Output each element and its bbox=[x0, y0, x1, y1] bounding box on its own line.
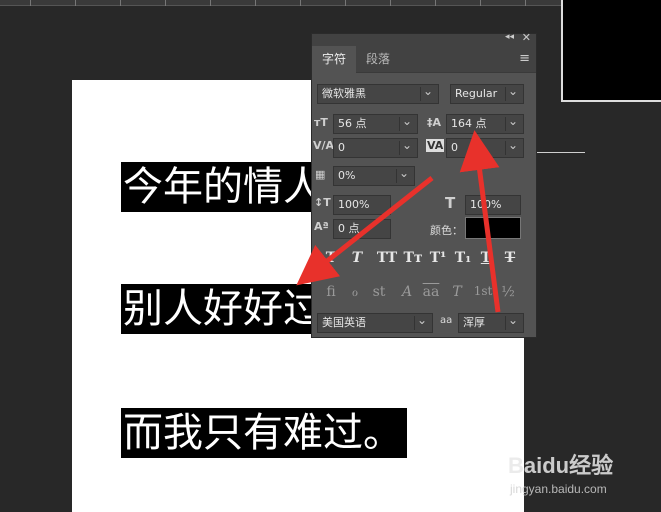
underline-button[interactable]: T bbox=[475, 250, 497, 266]
horizontal-scale-input[interactable]: 100% bbox=[465, 195, 521, 215]
panel-tabs: 字符 段落 ≡ bbox=[312, 46, 536, 73]
swash-button[interactable]: st bbox=[368, 284, 390, 300]
tsume-select[interactable]: 0% bbox=[333, 166, 415, 186]
font-family-select[interactable]: 微软雅黑 bbox=[317, 84, 439, 104]
kerning-value: 0 bbox=[338, 141, 345, 154]
collapse-icon[interactable]: ◂◂ bbox=[505, 32, 514, 42]
antialias-label: aa bbox=[440, 315, 453, 326]
language-value: 美国英语 bbox=[322, 316, 366, 329]
tab-character[interactable]: 字符 bbox=[312, 46, 357, 73]
vertical-scale-icon: ↕T bbox=[314, 196, 331, 209]
ruler-tick bbox=[120, 0, 121, 6]
text-layer-line-1[interactable]: 今年的情人 bbox=[121, 162, 327, 212]
strikethrough-button[interactable]: T bbox=[499, 250, 521, 266]
antialias-value: 浑厚 bbox=[463, 316, 485, 329]
small-caps-button[interactable]: Tт bbox=[400, 250, 426, 266]
tracking-icon: VA bbox=[426, 139, 445, 152]
panel-menu-icon[interactable]: ≡ bbox=[519, 51, 530, 66]
ligature-button[interactable]: fi bbox=[320, 284, 342, 300]
ruler-tick bbox=[210, 0, 211, 6]
font-style-select[interactable]: Regular bbox=[450, 84, 524, 104]
ruler-tick bbox=[165, 0, 166, 6]
vertical-scale-input[interactable]: 100% bbox=[333, 195, 391, 215]
horizontal-scale-icon: T bbox=[445, 194, 456, 212]
text-layer-line-3[interactable]: 而我只有难过。 bbox=[121, 408, 407, 458]
language-select[interactable]: 美国英语 bbox=[317, 313, 433, 333]
tracking-value: 0 bbox=[451, 141, 458, 154]
font-family-value: 微软雅黑 bbox=[322, 87, 366, 100]
subscript-button[interactable]: T₁ bbox=[452, 250, 474, 266]
other-document-preview[interactable] bbox=[561, 0, 661, 102]
watermark-url: jingyan.baidu.com bbox=[510, 482, 607, 496]
font-size-value: 56 点 bbox=[338, 117, 367, 130]
antialias-select[interactable]: 浑厚 bbox=[458, 313, 524, 333]
close-icon[interactable]: ✕ bbox=[522, 31, 531, 44]
panel-titlebar[interactable]: ◂◂ ✕ bbox=[312, 31, 536, 46]
tracking-input[interactable]: 0 bbox=[446, 138, 524, 158]
font-size-input[interactable]: 56 点 bbox=[333, 114, 418, 134]
guide-line bbox=[535, 152, 585, 153]
ruler-tick bbox=[525, 0, 526, 6]
tsume-icon: ▦ bbox=[315, 168, 326, 181]
ruler-tick bbox=[390, 0, 391, 6]
leading-icon: ‡A bbox=[427, 116, 442, 129]
superscript-button[interactable]: T¹ bbox=[427, 250, 449, 266]
baseline-shift-icon: Aª bbox=[314, 220, 329, 233]
kerning-icon: V/A bbox=[313, 139, 335, 152]
titling-button[interactable]: aa bbox=[420, 284, 442, 300]
stylistic-button[interactable]: A bbox=[396, 284, 418, 300]
leading-value: 164 点 bbox=[451, 117, 487, 130]
baidu-watermark: Baidu经验 bbox=[508, 453, 614, 478]
ruler-tick bbox=[435, 0, 436, 6]
kerning-select[interactable]: 0 bbox=[333, 138, 418, 158]
font-size-icon: ᴛT bbox=[314, 116, 328, 129]
color-label: 颜色： bbox=[430, 224, 463, 237]
tsume-value: 0% bbox=[338, 169, 356, 182]
ruler-tick bbox=[480, 0, 481, 6]
faux-bold-button[interactable]: T bbox=[320, 250, 342, 266]
ordinal-button[interactable]: T bbox=[446, 284, 468, 300]
leading-input[interactable]: 164 点 bbox=[446, 114, 524, 134]
fractions-button[interactable]: ½ bbox=[497, 284, 519, 300]
font-style-value: Regular bbox=[455, 87, 498, 100]
ordinals-button[interactable]: 1st bbox=[470, 284, 496, 298]
baseline-shift-input[interactable]: 0 点 bbox=[333, 219, 391, 239]
all-caps-button[interactable]: TT bbox=[374, 250, 400, 266]
discretionary-ligature-button[interactable]: ℴ bbox=[344, 284, 366, 300]
text-layer-line-2[interactable]: 别人好好过 bbox=[121, 284, 327, 334]
ruler-tick bbox=[255, 0, 256, 6]
ruler-tick bbox=[300, 0, 301, 6]
faux-italic-button[interactable]: T bbox=[346, 250, 368, 266]
character-panel: ◂◂ ✕ 字符 段落 ≡ 微软雅黑 Regular ᴛT 56 点 ‡A 164… bbox=[311, 31, 537, 338]
tab-paragraph[interactable]: 段落 bbox=[356, 46, 400, 73]
ruler-tick bbox=[75, 0, 76, 6]
text-color-swatch[interactable] bbox=[465, 217, 521, 239]
ruler-tick bbox=[345, 0, 346, 6]
ruler-tick bbox=[30, 0, 31, 6]
